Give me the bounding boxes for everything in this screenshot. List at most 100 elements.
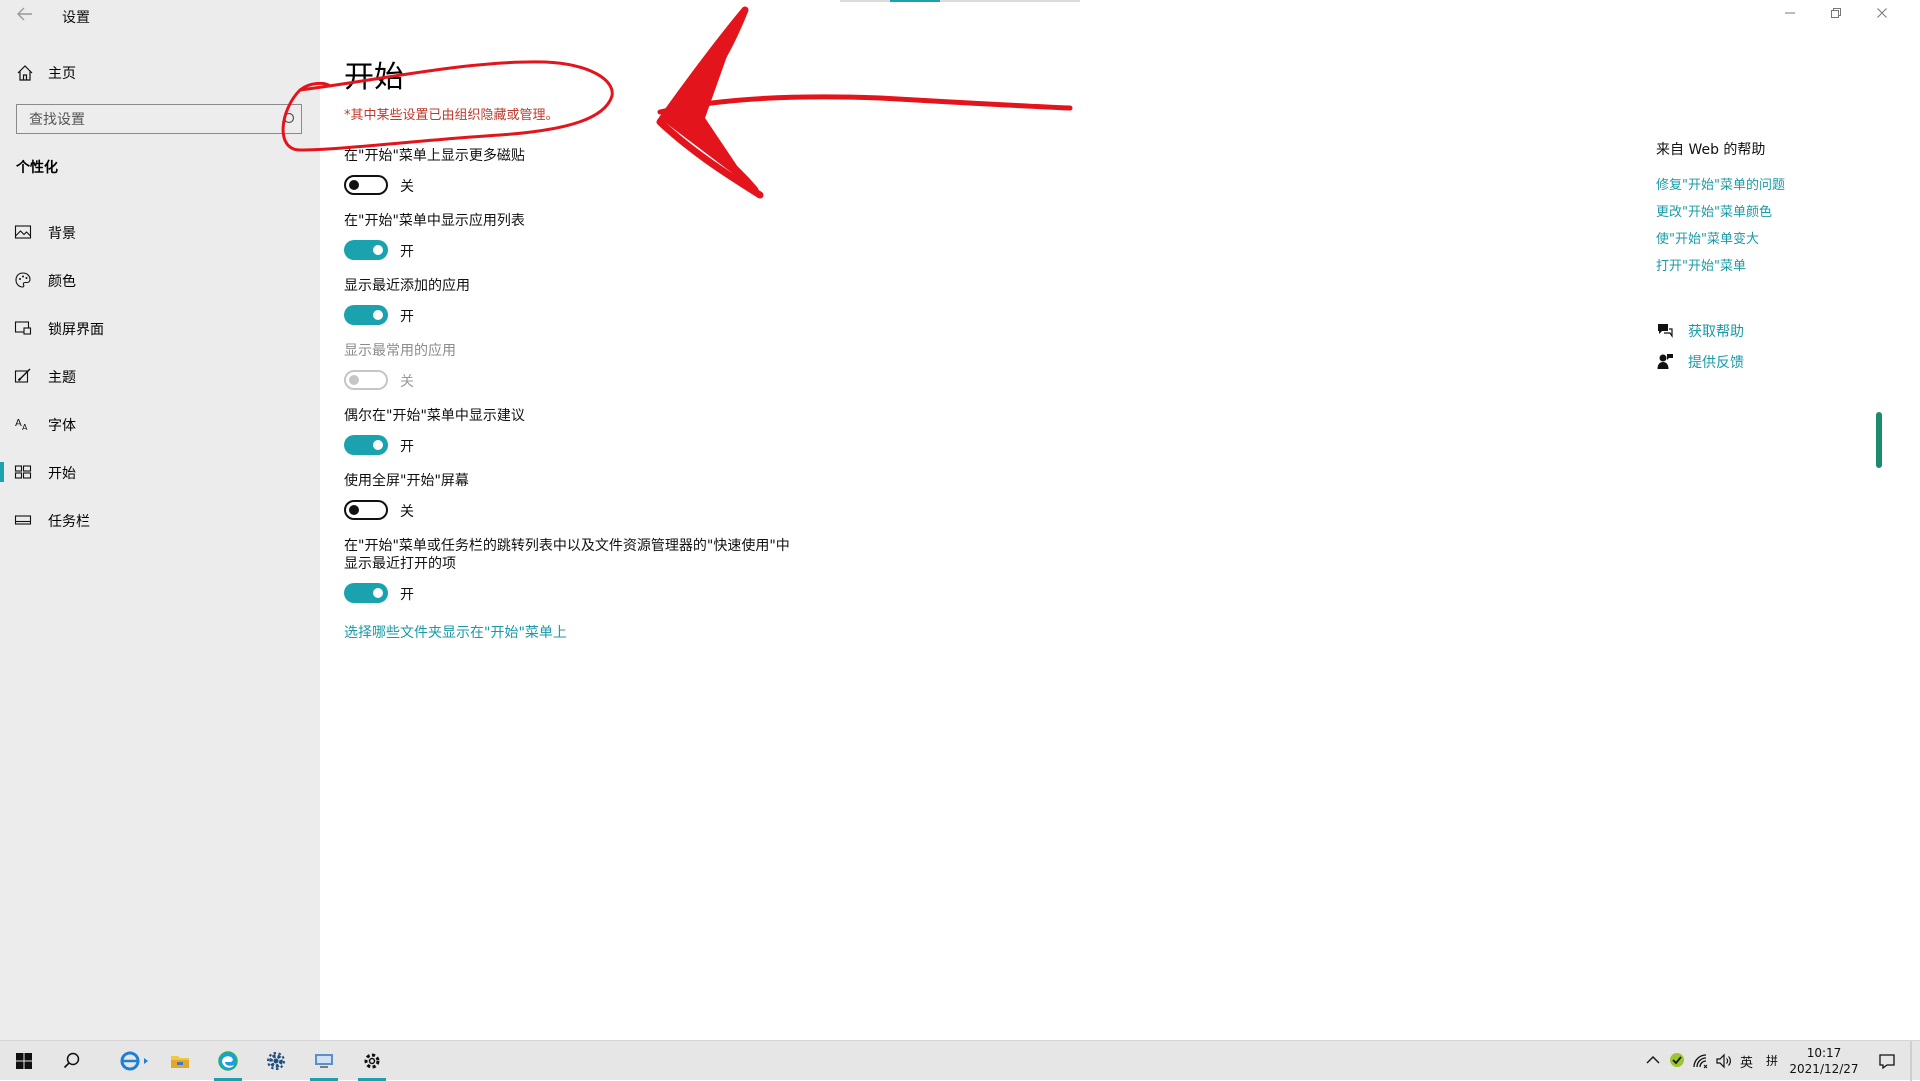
search-box (16, 104, 302, 134)
folder-icon (171, 1056, 189, 1068)
search-input[interactable] (27, 109, 271, 131)
back-arrow-icon (17, 7, 32, 21)
restore-button[interactable] (1826, 6, 1846, 26)
edge-taskbar-button[interactable] (204, 1041, 252, 1081)
sidebar-item-colors[interactable]: 颜色 (0, 263, 320, 297)
setting-fullscreen-start: 使用全屏"开始"屏幕 关 (344, 472, 794, 524)
minimize-icon (1785, 12, 1795, 14)
sidebar-item-label: 开始 (48, 466, 76, 482)
get-help-button[interactable]: 获取帮助 (1656, 319, 1856, 341)
search-icon (63, 1052, 80, 1069)
ime-language-indicator[interactable]: 英 (1740, 1052, 1753, 1071)
section-title: 个性化 (16, 160, 58, 176)
toggle-switch[interactable] (344, 500, 388, 520)
toggle-state: 开 (400, 309, 414, 325)
sidebar-item-label: 字体 (48, 418, 76, 434)
search-taskbar-button[interactable] (48, 1041, 96, 1081)
sidebar-item-label: 任务栏 (48, 514, 90, 530)
toggle-switch[interactable] (344, 175, 388, 195)
sidebar-item-taskbar[interactable]: 任务栏 (0, 503, 320, 537)
toggle-state: 关 (400, 374, 414, 390)
theme-brush-icon (14, 368, 31, 383)
toggle-state: 关 (400, 179, 414, 195)
svg-text:A: A (15, 418, 22, 429)
help-link-open-start[interactable]: 打开"开始"菜单 (1656, 255, 1746, 274)
sidebar-item-start[interactable]: 开始 (0, 455, 320, 489)
setting-label: 偶尔在"开始"菜单中显示建议 (344, 408, 525, 424)
setting-recently-added: 显示最近添加的应用 开 (344, 277, 794, 329)
volume-icon[interactable] (1716, 1053, 1732, 1069)
window-controls (1770, 0, 1920, 32)
sidebar: 设置 主页 个性化 背景 颜色 锁屏界面 主题 AA 字体 开始 任务栏 (0, 0, 320, 1040)
taskbar: 英 拼 10:17 2021/12/27 (0, 1040, 1920, 1081)
notification-center-icon[interactable] (1878, 1052, 1896, 1070)
sidebar-item-themes[interactable]: 主题 (0, 359, 320, 393)
title-bar: 设置 (0, 0, 320, 32)
sidebar-item-label: 主题 (48, 370, 76, 386)
start-button[interactable] (0, 1041, 48, 1081)
scrollbar-thumb[interactable] (1876, 412, 1882, 468)
setting-more-tiles: 在"开始"菜单上显示更多磁贴 关 (344, 147, 794, 199)
ie-taskbar-button[interactable] (106, 1041, 154, 1081)
feedback-button[interactable]: 提供反馈 (1656, 350, 1856, 372)
help-link-change-color[interactable]: 更改"开始"菜单颜色 (1656, 201, 1772, 220)
home-icon (17, 65, 33, 81)
svg-text:A: A (22, 423, 28, 432)
toggle-state: 开 (400, 439, 414, 455)
help-link-fix-start[interactable]: 修复"开始"菜单的问题 (1656, 174, 1785, 193)
setting-label: 在"开始"菜单或任务栏的跳转列表中以及文件资源管理器的"快速使用"中显示最近打开… (344, 538, 790, 572)
help-title: 来自 Web 的帮助 (1656, 142, 1766, 158)
setting-label: 在"开始"菜单上显示更多磁贴 (344, 148, 525, 164)
sidebar-item-background[interactable]: 背景 (0, 215, 320, 249)
setting-label: 在"开始"菜单中显示应用列表 (344, 213, 525, 229)
network-icon[interactable] (1692, 1053, 1708, 1069)
choose-folders-link[interactable]: 选择哪些文件夹显示在"开始"菜单上 (344, 622, 567, 642)
edge-browser-icon (218, 1051, 238, 1071)
sidebar-item-lock-screen[interactable]: 锁屏界面 (0, 311, 320, 345)
settings-taskbar-button[interactable] (348, 1041, 396, 1081)
help-link-make-bigger[interactable]: 使"开始"菜单变大 (1656, 228, 1759, 247)
clock-time: 10:17 (1806, 1046, 1842, 1060)
file-explorer-button[interactable] (156, 1041, 204, 1081)
sidebar-item-home[interactable]: 主页 (0, 60, 320, 86)
toggle-switch[interactable] (344, 305, 388, 325)
minimize-button[interactable] (1780, 6, 1800, 26)
sidebar-item-label: 背景 (48, 226, 76, 242)
sidebar-home-label: 主页 (48, 66, 76, 82)
toggle-state: 关 (400, 504, 414, 520)
remote-desktop-icon (315, 1054, 333, 1068)
search-icon[interactable] (281, 112, 295, 126)
sidebar-item-label: 锁屏界面 (48, 322, 104, 338)
remote-desktop-button[interactable] (300, 1041, 348, 1081)
get-help-label: 获取帮助 (1688, 324, 1744, 340)
gear-app-icon (267, 1052, 285, 1070)
restore-icon (1831, 8, 1841, 18)
security-shield-icon[interactable] (1669, 1052, 1685, 1068)
toggle-state: 开 (400, 244, 414, 260)
show-desktop-button[interactable] (1910, 1041, 1912, 1081)
chevron-up-icon[interactable] (1646, 1055, 1660, 1065)
back-button[interactable] (14, 6, 36, 26)
toggle-switch (344, 370, 388, 390)
palette-icon (15, 272, 31, 288)
toggle-state: 开 (400, 587, 414, 603)
clock[interactable]: 10:17 2021/12/27 (1784, 1045, 1864, 1077)
lock-screen-icon (14, 321, 32, 335)
internet-explorer-icon (120, 1051, 148, 1071)
ime-mode-indicator[interactable]: 拼 (1766, 1052, 1778, 1069)
chat-help-icon (1658, 324, 1673, 338)
setting-recent-items: 在"开始"菜单或任务栏的跳转列表中以及文件资源管理器的"快速使用"中显示最近打开… (344, 537, 794, 607)
sidebar-item-fonts[interactable]: AA 字体 (0, 407, 320, 441)
toggle-switch[interactable] (344, 435, 388, 455)
toggle-switch[interactable] (344, 240, 388, 260)
feedback-label: 提供反馈 (1688, 355, 1744, 371)
page-title: 开始 (344, 60, 404, 95)
setting-label: 显示最近添加的应用 (344, 278, 470, 294)
app-title: 设置 (62, 10, 90, 26)
close-button[interactable] (1872, 6, 1892, 26)
top-indicator (840, 0, 1080, 2)
settings-gear-app-button[interactable] (252, 1041, 300, 1081)
toggle-switch[interactable] (344, 583, 388, 603)
close-icon (1877, 8, 1887, 18)
feedback-person-icon (1657, 354, 1673, 369)
